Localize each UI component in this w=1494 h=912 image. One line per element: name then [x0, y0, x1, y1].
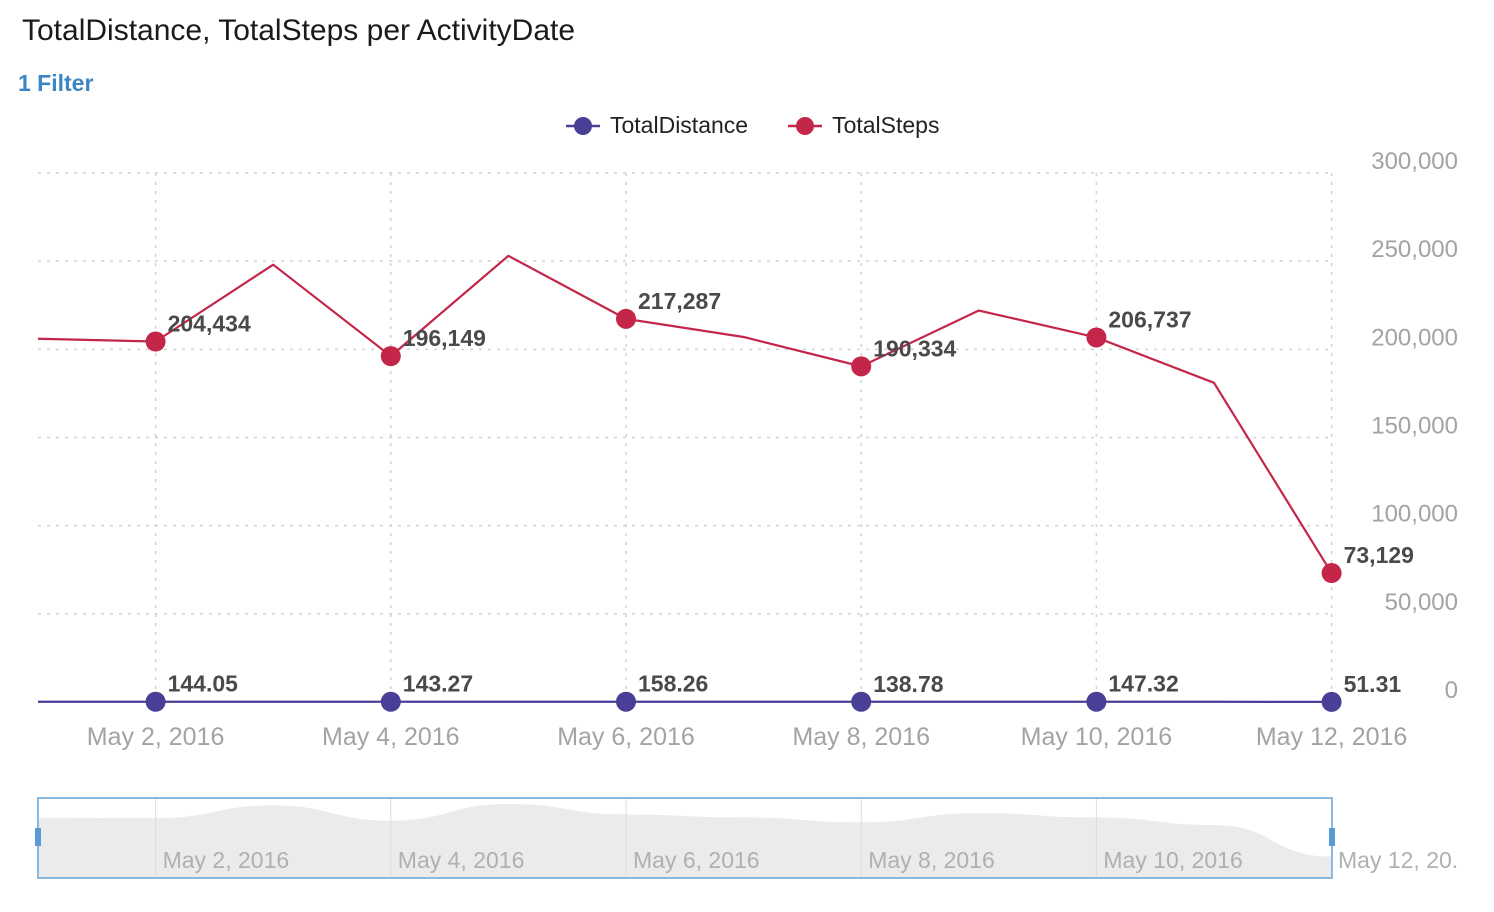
total-steps-data-label: 206,737 [1108, 306, 1191, 332]
navigator-tick-label: May 10, 2016 [1103, 847, 1242, 873]
x-tick-label: May 12, 2016 [1256, 723, 1408, 751]
navigator-tick-label: May 4, 2016 [398, 847, 525, 873]
y-tick-label: 250,000 [1371, 236, 1458, 263]
x-tick-label: May 8, 2016 [792, 723, 930, 751]
total-distance-data-label: 51.31 [1344, 671, 1402, 697]
x-tick-label: May 4, 2016 [322, 723, 460, 751]
total-steps-data-label: 196,149 [403, 325, 486, 351]
y-tick-label: 200,000 [1371, 324, 1458, 351]
total-steps-point[interactable] [851, 356, 872, 377]
total-steps-point[interactable] [380, 346, 401, 367]
navigator-tick-label: May 6, 2016 [633, 847, 760, 873]
x-tick-label: May 10, 2016 [1021, 723, 1173, 751]
total-distance-point[interactable] [1321, 691, 1342, 712]
total-distance-data-label: 144.05 [168, 671, 239, 697]
total-steps-data-label: 217,287 [638, 288, 721, 314]
navigator-tick-label: May 2, 2016 [163, 847, 290, 873]
total-distance-data-label: 147.32 [1108, 671, 1178, 697]
total-steps-data-label: 190,334 [873, 335, 956, 361]
total-steps-point[interactable] [616, 308, 636, 329]
x-tick-label: May 6, 2016 [557, 723, 695, 751]
line-chart: 300,000 250,000 200,000 150,000 100,000 50,00… [35, 148, 1458, 879]
navigator-tick-label: May 8, 2016 [868, 847, 995, 873]
y-tick-label: 300,000 [1371, 148, 1458, 175]
y-tick-label: 100,000 [1371, 501, 1458, 528]
total-distance-point[interactable] [616, 691, 636, 712]
total-steps-point[interactable] [1086, 327, 1107, 348]
y-axis-ticks: 300,000 250,000 200,000 150,000 100,000 50,00… [1371, 148, 1458, 704]
y-tick-label: 0 [1445, 677, 1458, 704]
y-tick-label: 50,000 [1385, 589, 1458, 616]
total-steps-point[interactable] [145, 331, 166, 352]
total-distance-point[interactable] [851, 691, 872, 712]
total-steps-data-label: 73,129 [1344, 542, 1414, 568]
chart-grid [38, 172, 1333, 702]
y-tick-label: 150,000 [1371, 413, 1458, 440]
total-distance-data-label: 143.27 [403, 671, 473, 697]
x-tick-label: May 2, 2016 [87, 723, 225, 751]
range-navigator[interactable]: May 2, 2016 May 4, 2016 May 6, 2016 May 8, … [35, 797, 1458, 879]
total-distance-data-label: 138.78 [873, 671, 944, 697]
total-distance-point[interactable] [145, 691, 166, 712]
total-distance-point[interactable] [380, 691, 401, 712]
navigator-right-handle[interactable] [1329, 828, 1335, 846]
x-axis-ticks: May 2, 2016 May 4, 2016 May 6, 2016 May 8, … [87, 723, 1408, 751]
navigator-tick-label: May 12, 20. [1338, 847, 1458, 873]
total-distance-data-label: 158.26 [638, 671, 708, 697]
total-steps-point[interactable] [1321, 563, 1342, 584]
navigator-left-handle[interactable] [35, 828, 41, 846]
total-steps-data-label: 204,434 [168, 311, 251, 337]
total-distance-point[interactable] [1086, 691, 1107, 712]
